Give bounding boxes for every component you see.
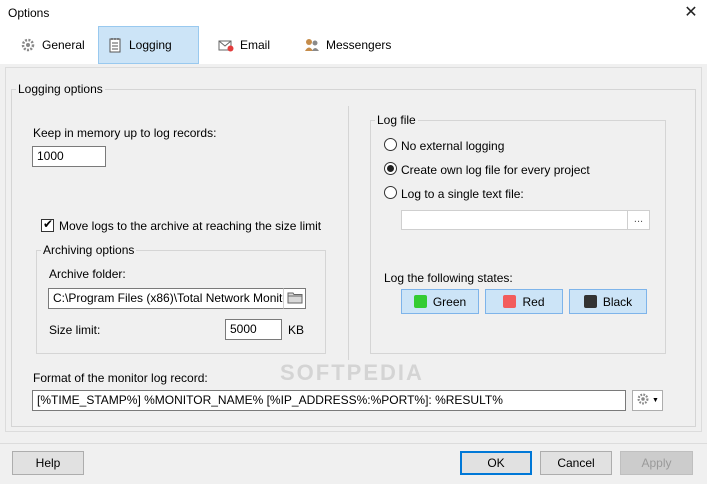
- state-green-label: Green: [432, 294, 467, 309]
- move-logs-checkbox[interactable]: ✔: [41, 217, 54, 235]
- browse-folder-button[interactable]: [283, 288, 306, 309]
- tab-logging[interactable]: Logging: [98, 26, 199, 64]
- format-label: Format of the monitor log record:: [33, 371, 208, 385]
- state-red-label: Red: [522, 294, 545, 309]
- radio-single-file[interactable]: [384, 186, 397, 202]
- size-limit-input[interactable]: 5000: [225, 319, 282, 340]
- apply-button[interactable]: Apply: [620, 451, 693, 475]
- move-logs-check[interactable]: ✔: [41, 217, 54, 232]
- tab-general[interactable]: General: [12, 26, 93, 64]
- tab-email[interactable]: Email: [210, 26, 278, 64]
- cancel-button[interactable]: Cancel: [540, 451, 612, 475]
- footer-separator: [0, 443, 707, 444]
- gear-icon: [636, 392, 650, 409]
- help-button[interactable]: Help: [12, 451, 84, 475]
- size-limit-label: Size limit:: [49, 323, 101, 337]
- state-black-button[interactable]: Black: [569, 289, 647, 314]
- chevron-down-icon: ▼: [652, 397, 659, 404]
- log-file-legend: Log file: [377, 113, 416, 127]
- window-title: Options: [8, 6, 50, 20]
- radio-single-file-label: Log to a single text file:: [401, 187, 524, 201]
- radio-single-file-circle[interactable]: [384, 186, 397, 199]
- red-swatch-icon: [503, 295, 517, 308]
- format-input[interactable]: [%TIME_STAMP%] %MONITOR_NAME% [%IP_ADDRE…: [32, 390, 626, 411]
- tab-messengers-label: Messengers: [326, 38, 392, 52]
- tab-logging-label: Logging: [129, 38, 172, 52]
- radio-own-file[interactable]: [384, 162, 397, 178]
- state-green-button[interactable]: Green: [401, 289, 479, 314]
- size-unit-label: KB: [288, 323, 305, 337]
- radio-own-file-label: Create own log file for every project: [401, 163, 590, 177]
- green-swatch-icon: [413, 295, 427, 308]
- archive-folder-input[interactable]: C:\Program Files (x86)\Total Network Mon…: [48, 288, 284, 309]
- tab-messengers[interactable]: Messengers: [296, 26, 399, 64]
- folder-icon: [287, 291, 303, 307]
- archive-folder-label: Archive folder:: [49, 267, 126, 281]
- radio-no-external-circle[interactable]: [384, 138, 397, 151]
- radio-own-file-circle[interactable]: [384, 162, 397, 175]
- email-icon: [218, 37, 234, 53]
- single-file-input[interactable]: [401, 210, 628, 230]
- ok-button[interactable]: OK: [460, 451, 532, 475]
- state-red-button[interactable]: Red: [485, 289, 563, 314]
- keep-records-input[interactable]: 1000: [32, 146, 106, 167]
- close-icon[interactable]: ✕: [681, 3, 701, 23]
- tab-email-label: Email: [240, 38, 271, 52]
- keep-records-label: Keep in memory up to log records:: [33, 126, 217, 140]
- black-swatch-icon: [583, 295, 597, 308]
- format-options-dropdown[interactable]: ▼: [632, 390, 663, 411]
- vertical-separator: [348, 106, 349, 360]
- radio-no-external[interactable]: [384, 138, 397, 154]
- archiving-options-legend: Archiving options: [43, 243, 135, 257]
- state-black-label: Black: [602, 294, 633, 309]
- log-states-label: Log the following states:: [384, 271, 513, 285]
- gear-icon: [20, 37, 36, 53]
- logging-options-legend: Logging options: [18, 82, 103, 96]
- single-file-browse-button[interactable]: ...: [627, 210, 650, 230]
- move-logs-label: Move logs to the archive at reaching the…: [59, 219, 322, 233]
- messengers-icon: [304, 37, 320, 53]
- radio-no-external-label: No external logging: [401, 139, 505, 153]
- watermark: SOFTPEDIA: [280, 360, 424, 385]
- tab-general-label: General: [42, 38, 85, 52]
- log-notepad-icon: [107, 37, 123, 53]
